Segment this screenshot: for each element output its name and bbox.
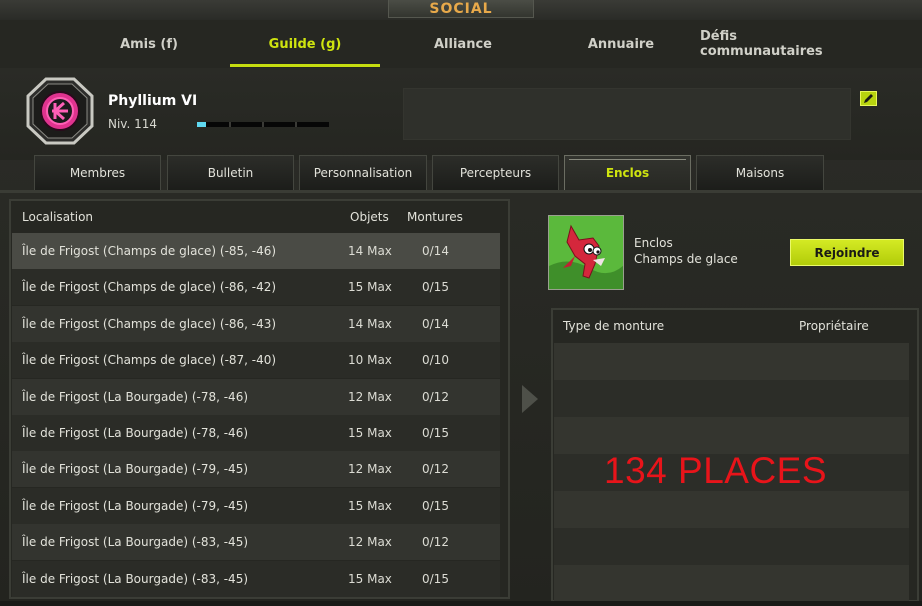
cell-objects: 15 Max	[348, 498, 392, 513]
cell-mounts: 0/12	[422, 462, 449, 477]
mount-row	[554, 417, 909, 454]
guild-xp-fill	[197, 122, 207, 127]
cell-objects: 14 Max	[348, 244, 392, 258]
subtab-paddocks[interactable]: Enclos	[564, 155, 691, 190]
mount-image	[548, 215, 624, 290]
cell-objects: 10 Max	[348, 353, 392, 368]
guild-sub-tabs: Membres Bulletin Personnalisation Percep…	[0, 155, 922, 193]
cell-location: Île de Frigost (Champs de glace) (-87, -…	[22, 353, 277, 368]
table-row[interactable]: Île de Frigost (Champs de glace) (-86, -…	[12, 269, 500, 306]
cell-location: Île de Frigost (La Bourgade) (-79, -45)	[22, 498, 249, 513]
cell-mounts: 0/12	[422, 535, 449, 550]
column-mount-type[interactable]: Type de monture	[563, 319, 664, 333]
mount-row	[554, 565, 909, 602]
social-window: SOCIAL Amis (f) Guilde (g) Alliance Annu…	[0, 0, 922, 606]
cell-location: Île de Frigost (Champs de glace) (-86, -…	[22, 280, 277, 295]
xp-tick	[295, 122, 297, 127]
cell-location: Île de Frigost (Champs de glace) (-86, -…	[22, 316, 277, 331]
top-tabs: Amis (f) Guilde (g) Alliance Annuaire Dé…	[0, 20, 922, 68]
title-plate: SOCIAL	[388, 0, 534, 18]
cell-location: Île de Frigost (La Bourgade) (-78, -46)	[22, 426, 249, 440]
column-owner[interactable]: Propriétaire	[799, 319, 869, 333]
mount-row	[554, 528, 909, 565]
pencil-icon	[864, 94, 873, 103]
cell-mounts: 0/12	[422, 389, 449, 404]
list-header: Localisation Objets Montures	[11, 201, 508, 233]
cell-location: Île de Frigost (La Bourgade) (-83, -45)	[22, 571, 249, 586]
xp-tick	[262, 122, 264, 127]
mount-row	[554, 343, 909, 380]
table-row[interactable]: Île de Frigost (Champs de glace) (-86, -…	[12, 305, 500, 342]
tab-friends[interactable]: Amis (f)	[90, 20, 208, 68]
table-row[interactable]: Île de Frigost (La Bourgade) (-78, -46) 1…	[12, 415, 500, 451]
guild-message-box	[403, 88, 851, 140]
column-mounts[interactable]: Montures	[407, 210, 463, 224]
xp-tick	[229, 122, 231, 127]
cell-objects: 15 Max	[348, 426, 392, 440]
cell-objects: 15 Max	[348, 280, 392, 295]
paddock-area: Champs de glace	[634, 252, 738, 266]
guild-name: Phyllium VI	[108, 93, 198, 109]
subtab-collectors[interactable]: Percepteurs	[432, 155, 559, 190]
guild-header: Phyllium VI Niv. 114	[0, 68, 922, 160]
subtab-houses[interactable]: Maisons	[696, 155, 824, 190]
table-row[interactable]: Île de Frigost (La Bourgade) (-83, -45) 1…	[12, 524, 500, 561]
cell-location: Île de Frigost (La Bourgade) (-78, -46)	[22, 389, 249, 404]
guild-emblem-icon[interactable]	[24, 76, 96, 146]
cell-mounts: 0/14	[422, 316, 449, 331]
subtab-bulletin[interactable]: Bulletin	[167, 155, 294, 190]
cell-mounts: 0/14	[422, 244, 449, 258]
column-objects[interactable]: Objets	[350, 210, 389, 224]
mount-row	[554, 380, 909, 417]
cell-objects: 12 Max	[348, 389, 392, 404]
column-location[interactable]: Localisation	[22, 210, 93, 224]
table-row[interactable]: Île de Frigost (La Bourgade) (-83, -45) 1…	[12, 560, 500, 597]
cell-mounts: 0/15	[422, 280, 449, 295]
table-row[interactable]: Île de Frigost (Champs de glace) (-87, -…	[12, 342, 500, 379]
cell-mounts: 0/10	[422, 353, 449, 368]
mount-row	[554, 491, 909, 528]
tab-directory[interactable]: Annuaire	[558, 20, 684, 68]
edit-message-button[interactable]	[860, 91, 877, 106]
window-bottom-edge	[0, 601, 922, 606]
tab-divider	[0, 190, 922, 193]
subtab-customization[interactable]: Personnalisation	[299, 155, 427, 190]
cell-objects: 12 Max	[348, 535, 392, 550]
cell-mounts: 0/15	[422, 498, 449, 513]
table-row[interactable]: Île de Frigost (Champs de glace) (-85, -…	[12, 233, 500, 269]
window-title: SOCIAL	[429, 0, 493, 17]
tab-alliance[interactable]: Alliance	[400, 20, 526, 68]
title-bar: SOCIAL	[0, 0, 922, 20]
guild-level: Niv. 114	[108, 117, 158, 131]
join-button[interactable]: Rejoindre	[790, 239, 904, 266]
paddock-list: Localisation Objets Montures Île de Frig…	[9, 199, 510, 599]
table-row[interactable]: Île de Frigost (La Bourgade) (-79, -45) 1…	[12, 487, 500, 524]
cell-objects: 14 Max	[348, 316, 392, 331]
subtab-members[interactable]: Membres	[34, 155, 161, 190]
places-overlay-text: 134 PLACES	[604, 450, 828, 491]
cell-location: Île de Frigost (La Bourgade) (-83, -45)	[22, 535, 249, 550]
cell-objects: 15 Max	[348, 571, 392, 586]
paddock-label: Enclos	[634, 236, 673, 250]
table-row[interactable]: Île de Frigost (La Bourgade) (-78, -46) 1…	[12, 378, 500, 415]
arrow-right-icon	[522, 385, 538, 413]
tab-community-challenges[interactable]: Défis communautaires	[700, 20, 856, 68]
cell-objects: 12 Max	[348, 462, 392, 477]
cell-mounts: 0/15	[422, 426, 449, 440]
cell-mounts: 0/15	[422, 571, 449, 586]
cell-location: Île de Frigost (La Bourgade) (-79, -45)	[22, 462, 249, 477]
cell-location: Île de Frigost (Champs de glace) (-85, -…	[22, 244, 277, 258]
tab-guild[interactable]: Guilde (g)	[230, 20, 380, 68]
guild-xp-bar	[197, 122, 329, 127]
mount-list-header: Type de monture Propriétaire	[553, 310, 917, 342]
table-row[interactable]: Île de Frigost (La Bourgade) (-79, -45) 1…	[12, 451, 500, 488]
